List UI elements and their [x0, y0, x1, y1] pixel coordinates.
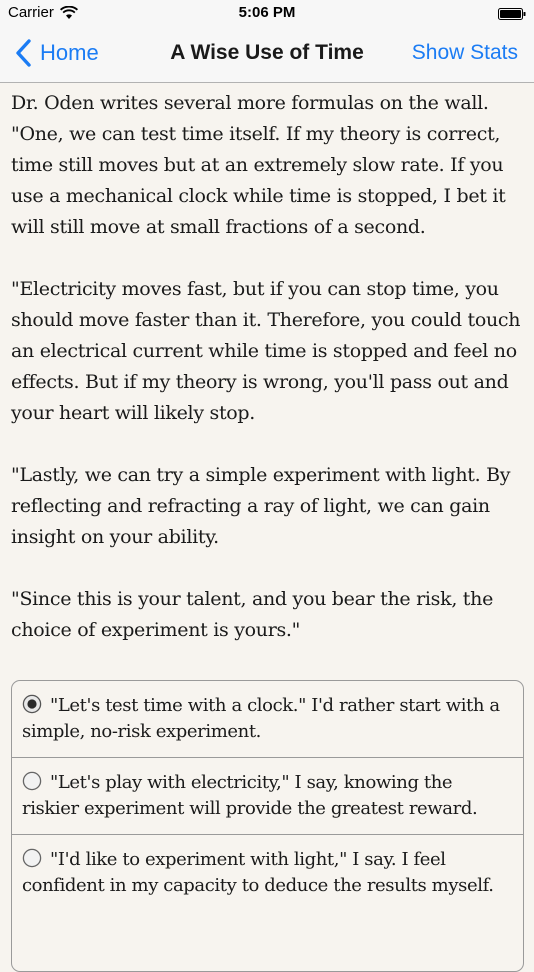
choice-option-electricity[interactable]: "Let's play with electricity," I say, kn…	[12, 758, 523, 835]
chevron-left-icon	[16, 39, 31, 67]
status-bar: Carrier 5:06 PM	[0, 0, 534, 28]
back-button-label: Home	[40, 40, 99, 65]
story-paragraph: "Electricity moves fast, but if you can …	[11, 278, 521, 424]
choice-text: "Let's test time with a clock." I'd rath…	[22, 695, 500, 742]
status-time: 5:06 PM	[238, 4, 296, 21]
choice-text: "Let's play with electricity," I say, kn…	[22, 772, 478, 819]
radio-unselected-icon	[22, 771, 42, 791]
show-stats-button[interactable]: Show Stats	[412, 41, 518, 65]
story-paragraph: "Since this is your talent, and you bear…	[11, 588, 494, 641]
choice-option-light[interactable]: "I'd like to experiment with light," I s…	[12, 835, 523, 911]
back-button[interactable]: Home	[14, 38, 99, 68]
story-paragraph: "Lastly, we can try a simple experiment …	[11, 464, 511, 548]
battery-icon	[498, 7, 526, 20]
radio-unselected-icon	[22, 848, 42, 868]
choice-option-clock[interactable]: "Let's test time with a clock." I'd rath…	[12, 681, 523, 758]
choice-text: "I'd like to experiment with light," I s…	[22, 849, 494, 896]
navigation-bar: Home A Wise Use of Time Show Stats	[0, 28, 534, 83]
story-paragraph: Dr. Oden writes several more formulas on…	[11, 92, 506, 238]
story-text: Dr. Oden writes several more formulas on…	[11, 88, 523, 677]
choice-list: "Let's test time with a clock." I'd rath…	[11, 680, 524, 972]
radio-selected-icon	[22, 694, 42, 714]
